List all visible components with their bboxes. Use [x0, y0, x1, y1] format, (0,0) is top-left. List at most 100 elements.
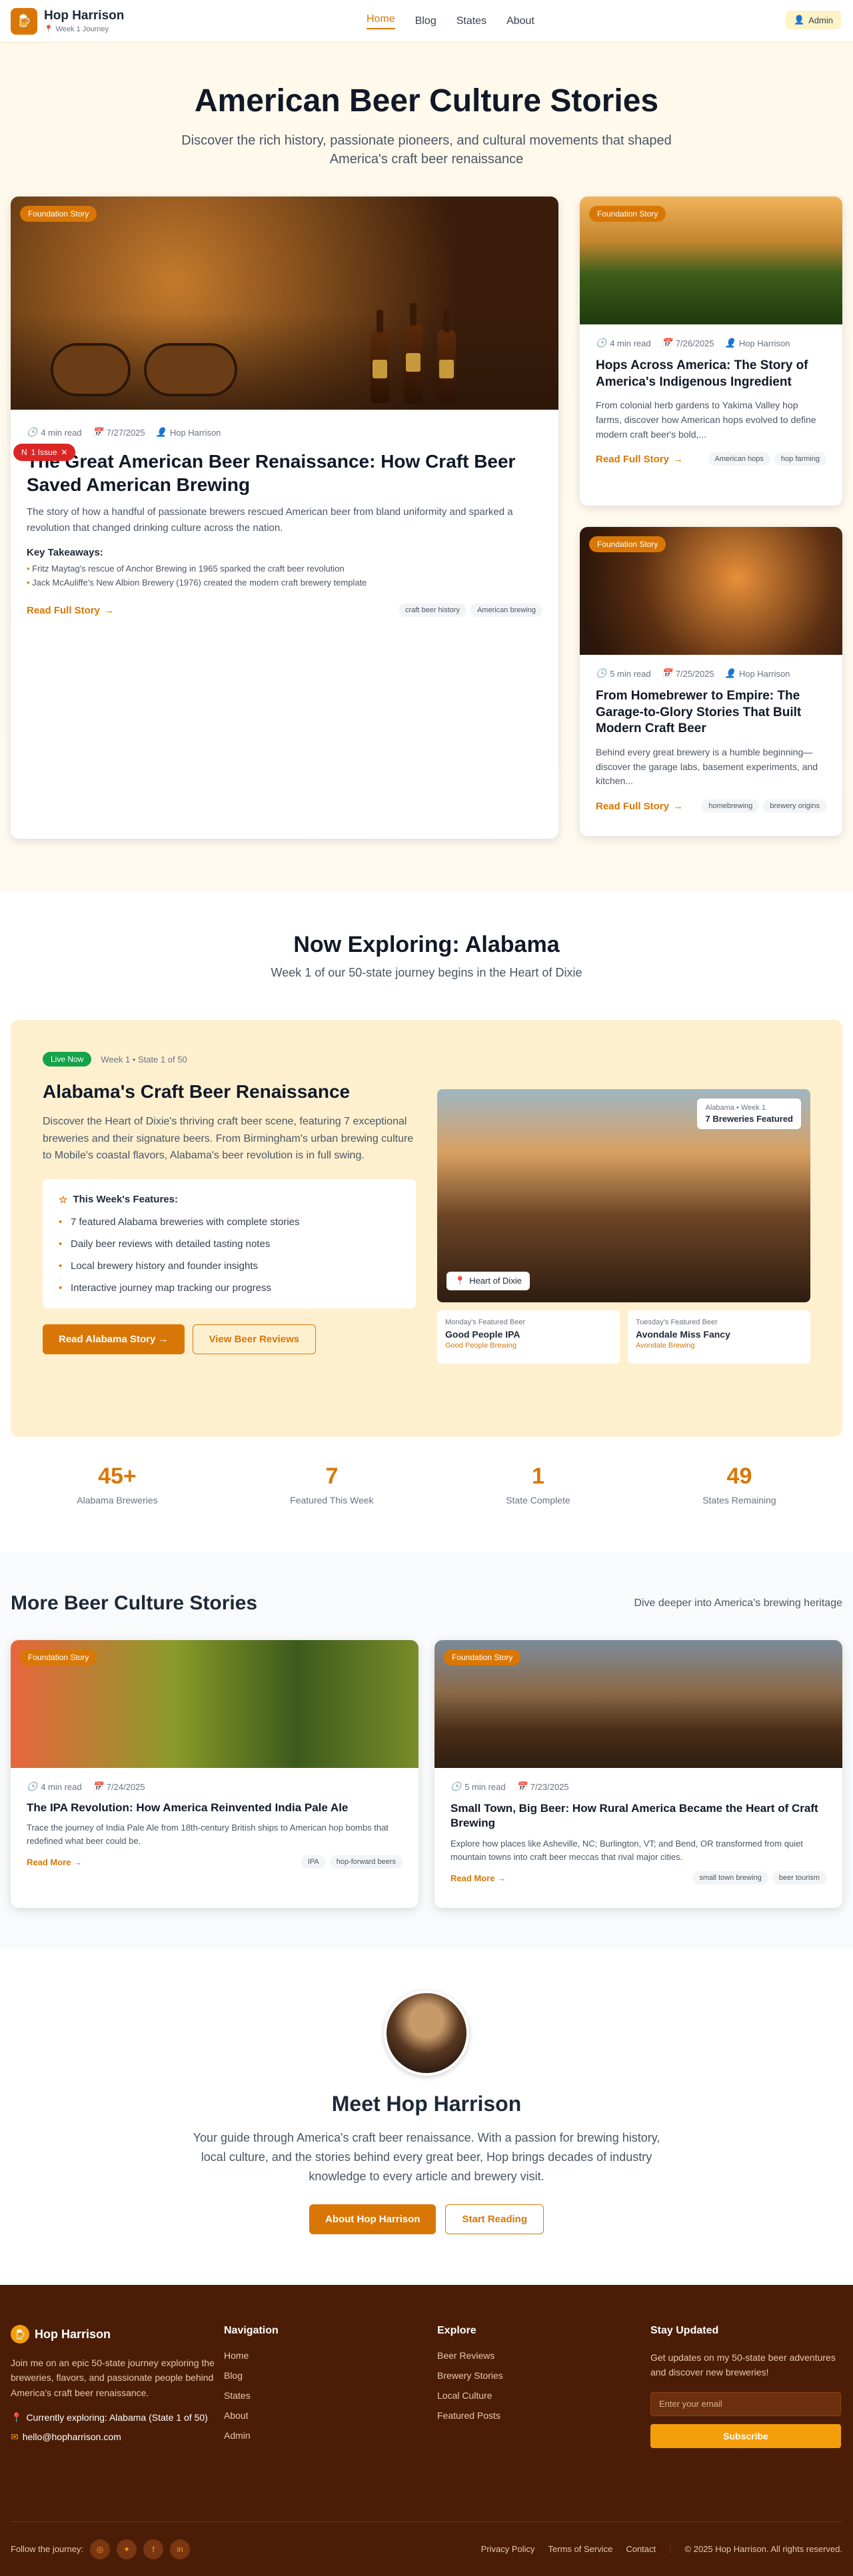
- nav-blog[interactable]: Blog: [415, 15, 436, 27]
- topic-chip[interactable]: craft beer history: [399, 604, 466, 617]
- read-alabama-story-button[interactable]: Read Alabama Story →: [43, 1324, 185, 1354]
- read-more-link[interactable]: Read More →: [450, 1873, 506, 1883]
- footer-link-admin[interactable]: Admin: [224, 2430, 437, 2441]
- story-title[interactable]: Small Town, Big Beer: How Rural America …: [450, 1801, 826, 1831]
- topic-chip[interactable]: American hops: [708, 452, 770, 466]
- story-card[interactable]: Foundation Story 🕒 4 min read 📅 7/24/2025 T…: [11, 1640, 419, 1908]
- terms-link[interactable]: Terms of Service: [548, 2544, 613, 2554]
- story-title[interactable]: Hops Across America: The Story of Americ…: [596, 358, 826, 390]
- page-title: American Beer Culture Stories: [194, 83, 659, 119]
- author-bio: Your guide through America's craft beer …: [193, 2131, 660, 2183]
- subscribe-button[interactable]: Subscribe: [650, 2423, 841, 2448]
- more-stories-title: More Beer Culture Stories: [11, 1592, 258, 1614]
- footer-link-home[interactable]: Home: [224, 2350, 437, 2361]
- brand[interactable]: Hop Harrison 📍 Week 1 Journey: [44, 9, 124, 33]
- twitter-icon[interactable]: ✦: [117, 2539, 137, 2559]
- category-tag: Foundation Story: [589, 536, 666, 552]
- footer-updated-title: Stay Updated: [650, 2325, 719, 2336]
- about-hop-button[interactable]: About Hop Harrison: [309, 2204, 436, 2235]
- close-icon[interactable]: ✕: [61, 448, 67, 457]
- admin-button[interactable]: 👤 Admin: [785, 11, 841, 29]
- stat-item: 45+ Alabama Breweries: [77, 1464, 158, 1505]
- feature-item: Daily beer reviews with detailed tasting…: [59, 1238, 400, 1250]
- barrel-shape: [51, 343, 131, 396]
- arrow-right-icon: →: [673, 453, 684, 465]
- email-input[interactable]: Enter your email: [650, 2391, 841, 2416]
- nav-home[interactable]: Home: [367, 13, 395, 29]
- live-badge: Live Now: [43, 1052, 92, 1067]
- start-reading-button[interactable]: Start Reading: [445, 2204, 544, 2235]
- topic-chip[interactable]: small town brewing: [692, 1871, 768, 1885]
- story-title[interactable]: The IPA Revolution: How America Reinvent…: [27, 1801, 403, 1815]
- story-title[interactable]: From Homebrewer to Empire: The Garage-to…: [596, 688, 826, 737]
- arrow-right-icon: →: [673, 800, 684, 812]
- mail-icon: ✉: [11, 2431, 19, 2443]
- site-footer: 🍺 Hop Harrison Join me on an epic 50-sta…: [0, 2285, 853, 2576]
- exploring-section: Now Exploring: Alabama Week 1 of our 50-…: [0, 892, 853, 1505]
- story-meta: 🕒 5 min read 📅 7/25/2025 👤 Hop Harrison: [596, 668, 790, 679]
- footer-link-featured-posts[interactable]: Featured Posts: [437, 2410, 650, 2421]
- footer-link-brewery-stories[interactable]: Brewery Stories: [437, 2370, 650, 2381]
- footer-link-about[interactable]: About: [224, 2410, 437, 2421]
- takeaway-item: • Fritz Maytag's rescue of Anchor Brewin…: [27, 564, 345, 574]
- contact-link[interactable]: Contact: [626, 2544, 656, 2554]
- read-full-story-link[interactable]: Read Full Story →: [27, 605, 114, 616]
- calendar-icon: 📅: [516, 1781, 527, 1791]
- user-icon: 👤: [793, 15, 805, 25]
- exploring-subtitle: Week 1 of our 50-state journey begins in…: [271, 966, 582, 979]
- story-excerpt: Behind every great brewery is a humble b…: [596, 747, 818, 787]
- alabama-panel: Live Now Week 1 • State 1 of 50 Alabama'…: [11, 1020, 842, 1437]
- footer-link-states[interactable]: States: [224, 2390, 437, 2401]
- footer-link-local-culture[interactable]: Local Culture: [437, 2390, 650, 2401]
- footer-link-beer-reviews[interactable]: Beer Reviews: [437, 2350, 650, 2361]
- linkedin-icon[interactable]: in: [170, 2539, 191, 2559]
- view-beer-reviews-button[interactable]: View Beer Reviews: [192, 1324, 317, 1354]
- footer-email[interactable]: ✉ hello@hopharrison.com: [11, 2431, 224, 2443]
- calendar-icon: 📅: [92, 1781, 103, 1791]
- pin-icon: 📍: [44, 25, 53, 33]
- side-story-card[interactable]: Foundation Story 🕒 5 min read 📅 7/25/2025 …: [580, 527, 842, 836]
- features-label: This Week's Features:: [73, 1194, 178, 1206]
- topic-chip[interactable]: hop farming: [774, 452, 826, 466]
- topic-chip[interactable]: brewery origins: [763, 799, 826, 813]
- site-header: 🍺 Hop Harrison 📍 Week 1 Journey Home Blog…: [0, 0, 853, 43]
- logo-n-icon: N: [21, 448, 27, 457]
- read-more-link[interactable]: Read More →: [27, 1857, 82, 1867]
- featured-story-image: [11, 197, 558, 410]
- read-full-story-link[interactable]: Read Full Story →: [596, 454, 683, 465]
- nav-states[interactable]: States: [456, 15, 486, 27]
- footer-explore-title: Explore: [437, 2325, 476, 2336]
- topic-chip[interactable]: beer tourism: [772, 1871, 826, 1885]
- topic-chip[interactable]: hop-forward beers: [329, 1855, 403, 1869]
- takeaway-item: • Jack McAuliffe's New Albion Brewery (1…: [27, 578, 367, 588]
- breweries-badge: Alabama • Week 1 7 Breweries Featured: [697, 1098, 801, 1129]
- category-tag: Foundation Story: [444, 1649, 521, 1665]
- mini-beer-card[interactable]: Monday's Featured Beer Good People IPA G…: [437, 1310, 620, 1364]
- takeaways-label: Key Takeaways:: [27, 547, 103, 558]
- topic-chip[interactable]: homebrewing: [702, 799, 760, 813]
- topic-chip[interactable]: American brewing: [470, 604, 542, 617]
- instagram-icon[interactable]: ◎: [90, 2539, 111, 2559]
- read-full-story-link[interactable]: Read Full Story →: [596, 801, 683, 812]
- category-tag: Foundation Story: [20, 206, 97, 222]
- topic-chip[interactable]: IPA: [301, 1855, 326, 1869]
- footer-link-blog[interactable]: Blog: [224, 2370, 437, 2381]
- mini-beer-card[interactable]: Tuesday's Featured Beer Avondale Miss Fa…: [628, 1310, 810, 1364]
- arrow-right-icon: →: [158, 1333, 169, 1345]
- privacy-link[interactable]: Privacy Policy: [481, 2544, 535, 2554]
- facebook-icon[interactable]: f: [143, 2539, 164, 2559]
- issue-badge[interactable]: N1 Issue ✕: [13, 444, 76, 461]
- logo-icon[interactable]: 🍺: [11, 7, 37, 35]
- calendar-icon: 📅: [92, 427, 103, 437]
- featured-story-card[interactable]: Foundation Story 🕒 4 min read 📅 7/27/2025 …: [11, 197, 558, 839]
- featured-grid: Foundation Story 🕒 4 min read 📅 7/27/2025 …: [11, 197, 842, 839]
- follow-label: Follow the journey:: [11, 2544, 84, 2554]
- story-title[interactable]: The Great American Beer Renaissance: How…: [27, 450, 542, 496]
- star-icon: ☆: [59, 1194, 68, 1206]
- story-card[interactable]: Foundation Story 🕒 5 min read 📅 7/23/2025 S…: [434, 1640, 842, 1908]
- calendar-icon: 📅: [661, 668, 672, 678]
- week-label: Week 1 • State 1 of 50: [101, 1054, 187, 1065]
- story-meta: 🕒 4 min read 📅 7/26/2025 👤 Hop Harrison: [596, 338, 790, 348]
- nav-about[interactable]: About: [506, 15, 534, 27]
- side-story-card[interactable]: Foundation Story 🕒 4 min read 📅 7/26/2025 …: [580, 197, 842, 506]
